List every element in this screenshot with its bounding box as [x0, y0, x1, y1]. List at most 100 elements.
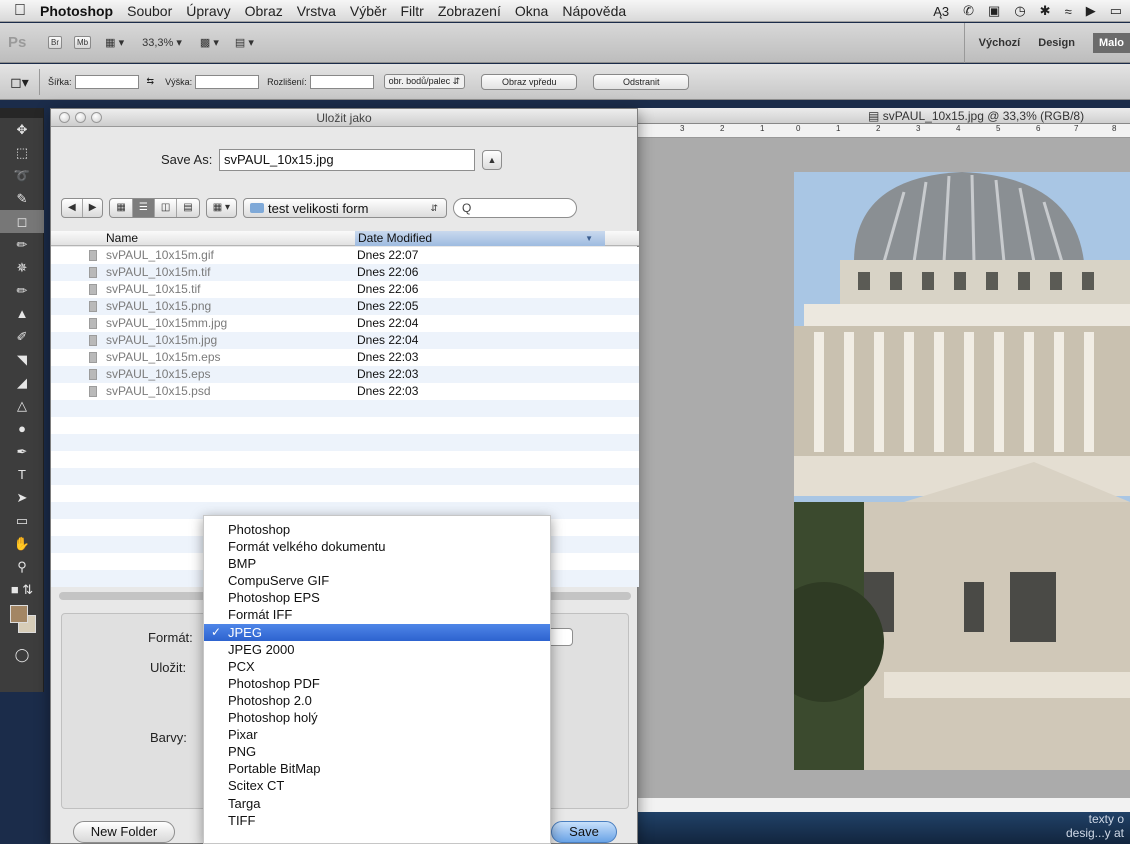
menu-napoveda[interactable]: Nápověda [562, 3, 626, 19]
expand-dialog-button[interactable]: ▲ [482, 150, 502, 170]
name-column-header[interactable]: Name [106, 231, 138, 246]
swap-icon[interactable]: ⇆ [147, 76, 155, 87]
file-row[interactable]: svPAUL_10x15mm.jpg Dnes 22:04 [51, 315, 639, 332]
move-tool-icon[interactable]: ✥ [0, 118, 44, 141]
eraser-tool-icon[interactable]: ◥ [0, 348, 44, 371]
search-field[interactable]: Q [452, 198, 577, 218]
front-image-button[interactable]: Obraz vpředu [481, 73, 578, 90]
file-row[interactable]: svPAUL_10x15.psd Dnes 22:03 [51, 383, 639, 400]
foreground-color-swatch[interactable] [10, 605, 28, 623]
icon-view-icon[interactable]: ▦ [110, 199, 133, 217]
lasso-tool-icon[interactable]: ➰ [0, 164, 44, 187]
brush-tool-icon[interactable]: ✏ [0, 279, 44, 302]
zoom-window-icon[interactable] [91, 112, 102, 123]
format-option[interactable]: Formát velkého dokumentu [204, 538, 550, 555]
cover-flow-icon[interactable]: ▤ [177, 199, 198, 217]
marquee-tool-icon[interactable]: ⬚ [0, 141, 44, 164]
format-option[interactable]: Photoshop EPS [204, 589, 550, 606]
filename-input[interactable]: svPAUL_10x15.jpg [219, 149, 475, 171]
date-modified-column-header[interactable]: Date Modified ▼ [355, 231, 605, 246]
hand-tool-icon[interactable]: ✋ [0, 532, 44, 555]
workspace-vychozi[interactable]: Výchozí [979, 37, 1021, 49]
workspace-malo[interactable]: Malo [1092, 33, 1130, 53]
file-row[interactable]: svPAUL_10x15.eps Dnes 22:03 [51, 366, 639, 383]
menu-vrstva[interactable]: Vrstva [297, 3, 336, 19]
format-option[interactable]: BMP [204, 555, 550, 572]
crop-tool-icon[interactable]: ◻ [0, 210, 44, 233]
format-option[interactable]: Portable BitMap [204, 760, 550, 777]
arrange-documents-icon[interactable]: ▩ ▾ [200, 36, 219, 49]
clone-stamp-tool-icon[interactable]: ▲ [0, 302, 44, 325]
format-option[interactable]: Formát IFF [204, 606, 550, 623]
close-window-icon[interactable] [59, 112, 70, 123]
screen-mode-icon[interactable]: ▤ ▾ [235, 36, 254, 49]
dodge-tool-icon[interactable]: ● [0, 417, 44, 440]
back-icon[interactable]: ◀ [62, 199, 83, 217]
format-option[interactable]: CompuServe GIF [204, 572, 550, 589]
file-row[interactable]: svPAUL_10x15.tif Dnes 22:06 [51, 281, 639, 298]
format-option[interactable]: Photoshop [204, 521, 550, 538]
default-colors-icon[interactable]: ■ ⇅ [0, 578, 44, 601]
list-view-icon[interactable]: ☰ [132, 199, 155, 217]
new-folder-button[interactable]: New Folder [73, 821, 175, 843]
display-icon[interactable]: ▣ [988, 3, 1000, 19]
healing-brush-tool-icon[interactable]: ✵ [0, 256, 44, 279]
horizontal-ruler[interactable]: 3 2 1 0 1 2 3 4 5 6 7 8 [638, 124, 1130, 138]
folder-popup[interactable]: test velikosti form ⇵ [242, 198, 447, 218]
quick-mask-icon[interactable]: ◯ [0, 643, 44, 666]
file-row[interactable]: svPAUL_10x15.png Dnes 22:05 [51, 298, 639, 315]
history-brush-tool-icon[interactable]: ✐ [0, 325, 44, 348]
workspace-design[interactable]: Design [1038, 37, 1075, 49]
adobe-status-icon[interactable]: Ą3 [933, 4, 949, 19]
resolution-input[interactable] [309, 74, 374, 89]
menu-obraz[interactable]: Obraz [245, 3, 283, 19]
image-canvas[interactable] [794, 172, 1130, 770]
crop-tool-preset-icon[interactable]: ◻▾ [0, 68, 40, 95]
format-option[interactable]: JPEG 2000 [204, 641, 550, 658]
menu-zobrazeni[interactable]: Zobrazení [438, 3, 501, 19]
desktop-file-label[interactable]: texty o desig...y at [1066, 812, 1124, 840]
paint-bucket-tool-icon[interactable]: ◢ [0, 371, 44, 394]
pen-tool-icon[interactable]: ✒ [0, 440, 44, 463]
format-option[interactable]: Photoshop PDF [204, 675, 550, 692]
phone-icon[interactable]: ✆ [963, 3, 974, 19]
format-option[interactable]: Photoshop 2.0 [204, 692, 550, 709]
file-row[interactable]: svPAUL_10x15m.gif Dnes 22:07 [51, 247, 639, 264]
file-row[interactable]: svPAUL_10x15m.eps Dnes 22:03 [51, 349, 639, 366]
bluetooth-icon[interactable]: ✱ [1040, 3, 1051, 19]
volume-icon[interactable]: ▶ [1086, 3, 1096, 19]
minimize-window-icon[interactable] [75, 112, 86, 123]
bridge-button[interactable]: Br [48, 36, 62, 49]
save-button[interactable]: Save [551, 821, 617, 843]
format-option[interactable]: Targa [204, 795, 550, 812]
time-machine-icon[interactable]: ◷ [1014, 3, 1025, 19]
format-option[interactable]: Scitex CT [204, 777, 550, 794]
tools-panel-header[interactable] [0, 108, 43, 118]
type-tool-icon[interactable]: T [0, 463, 44, 486]
file-row[interactable]: svPAUL_10x15m.tif Dnes 22:06 [51, 264, 639, 281]
mini-bridge-button[interactable]: Mb [74, 36, 92, 49]
resolution-unit-select[interactable]: obr. bodů/palec ⇵ [383, 74, 466, 89]
wifi-icon[interactable]: ≈ [1065, 4, 1072, 19]
format-option-selected[interactable]: ✓ JPEG [204, 623, 550, 641]
eyedropper-tool-icon[interactable]: ✏ [0, 233, 44, 256]
format-option[interactable]: Pixar [204, 726, 550, 743]
menu-okna[interactable]: Okna [515, 3, 548, 19]
view-extras-icon[interactable]: ▦ ▾ [105, 36, 124, 49]
apple-menu-icon[interactable]:  [0, 2, 40, 20]
format-option[interactable]: PCX [204, 658, 550, 675]
column-view-icon[interactable]: ◫ [155, 199, 178, 217]
rectangle-tool-icon[interactable]: ▭ [0, 509, 44, 532]
app-menu[interactable]: Photoshop [40, 3, 113, 19]
clear-button[interactable]: Odstranit [593, 73, 690, 90]
battery-icon[interactable]: ▭ [1110, 3, 1122, 19]
format-option[interactable]: PNG [204, 743, 550, 760]
file-row[interactable]: svPAUL_10x15m.jpg Dnes 22:04 [51, 332, 639, 349]
document-title[interactable]: ▤ svPAUL_10x15.jpg @ 33,3% (RGB/8) [638, 108, 1130, 124]
height-input[interactable] [195, 74, 260, 89]
menu-upravy[interactable]: Úpravy [186, 3, 230, 19]
blur-tool-icon[interactable]: △ [0, 394, 44, 417]
zoom-level[interactable]: 33,3% ▾ [142, 36, 182, 49]
path-selection-tool-icon[interactable]: ➤ [0, 486, 44, 509]
arrange-icon[interactable]: ▦ ▾ [207, 199, 236, 217]
